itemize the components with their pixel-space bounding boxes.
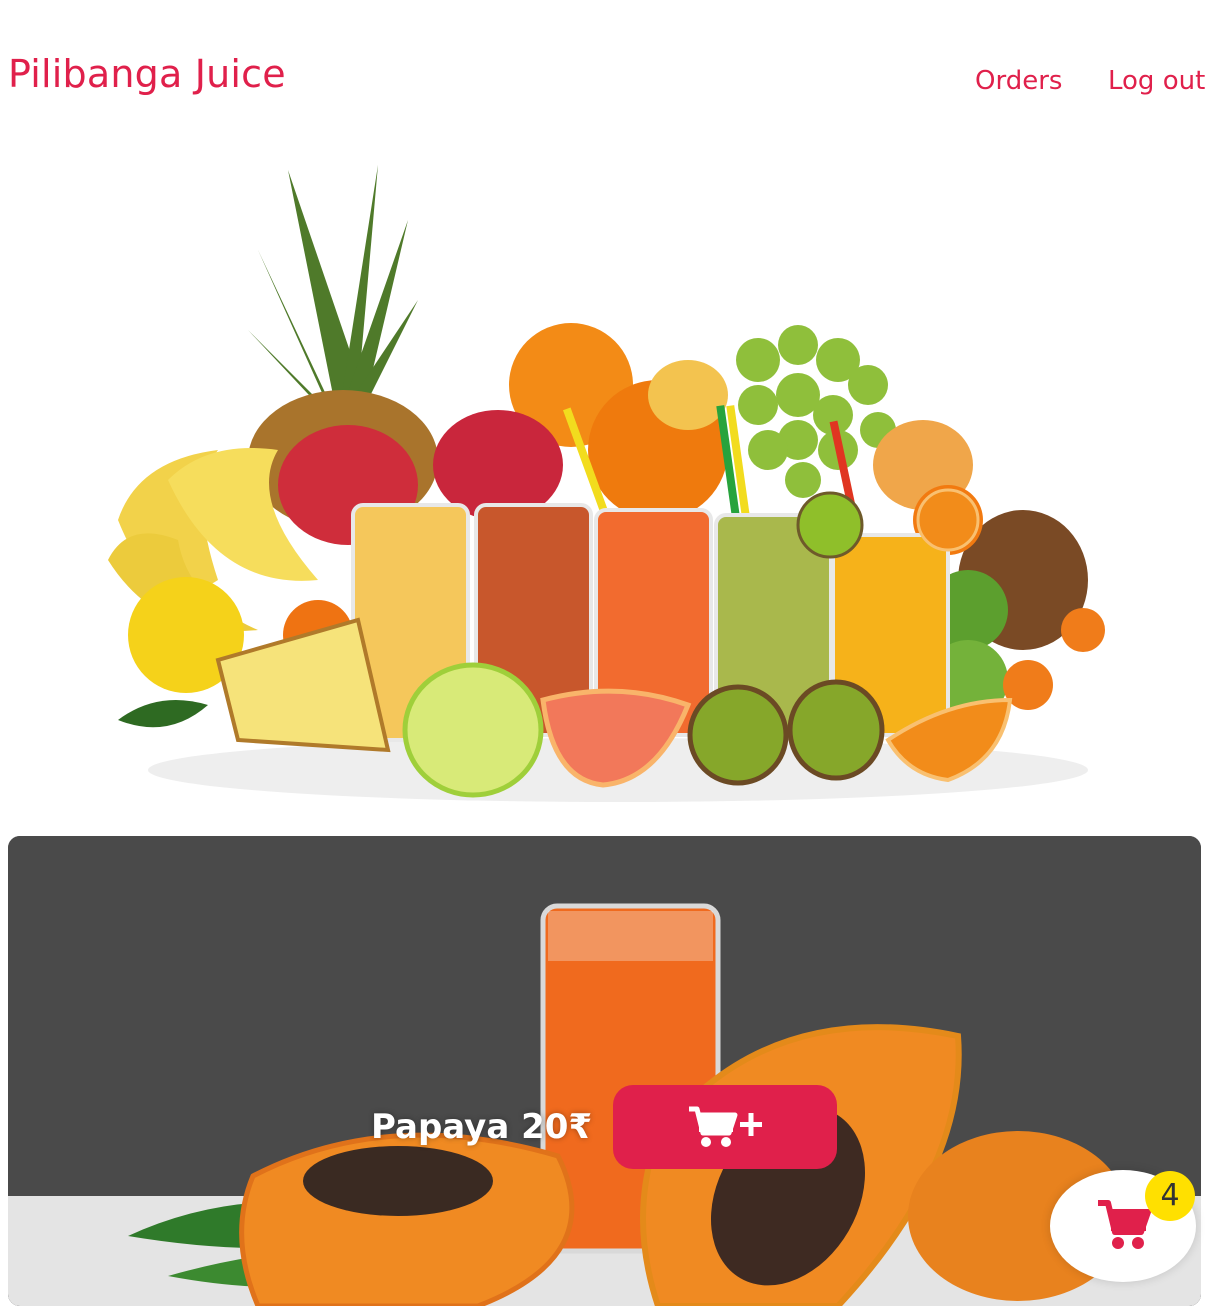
brand-title[interactable]: Pilibanga Juice xyxy=(8,52,286,96)
papaya-juice-image xyxy=(8,836,1201,1306)
nav-orders-link[interactable]: Orders xyxy=(975,66,1062,96)
cart-count-badge: 4 xyxy=(1145,1171,1195,1221)
product-name-price: Papaya 20₹ xyxy=(371,1107,593,1147)
cart-plus-icon xyxy=(689,1106,762,1147)
product-card[interactable]: Papaya 20₹ xyxy=(8,836,1201,1306)
hero-juice-image xyxy=(108,165,1105,802)
shopping-cart-icon xyxy=(1098,1200,1151,1249)
header: Pilibanga Juice Orders Log out xyxy=(0,0,1209,150)
nav-logout-link[interactable]: Log out xyxy=(1108,66,1205,96)
add-to-cart-button[interactable] xyxy=(613,1085,837,1169)
